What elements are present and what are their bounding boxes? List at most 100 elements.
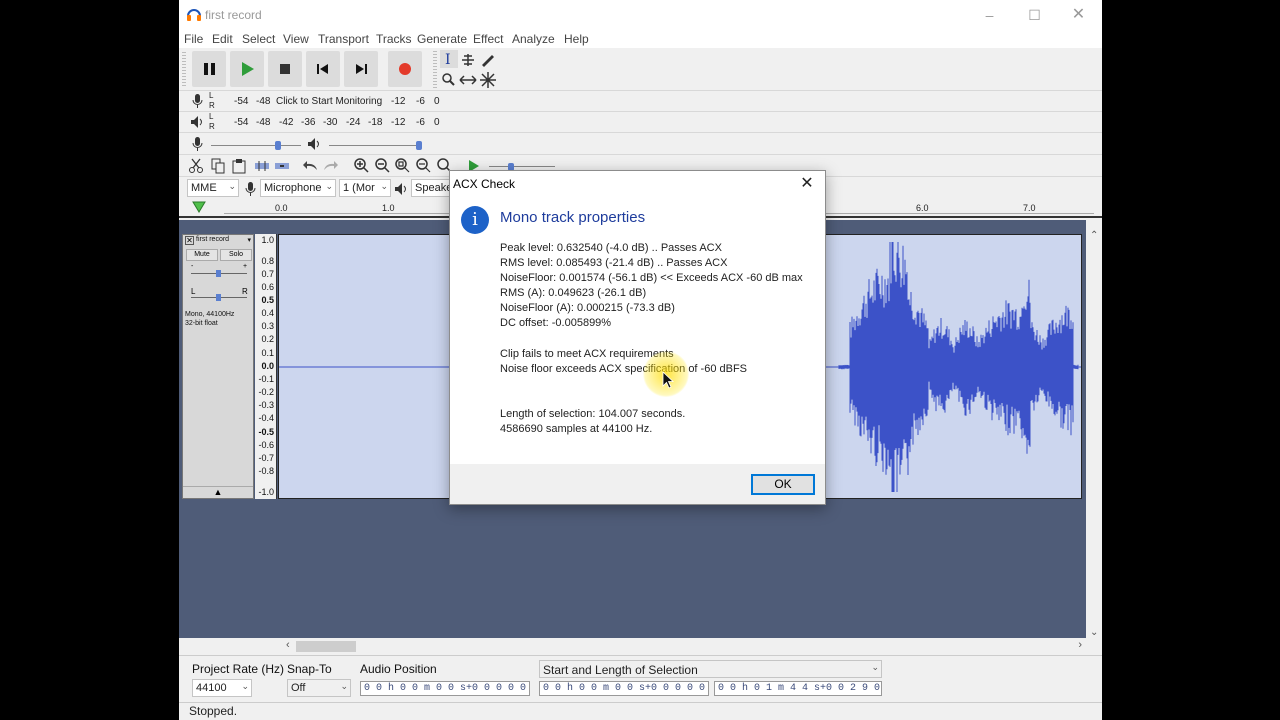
tools-grip[interactable]	[433, 51, 437, 89]
selection-length-text: Length of selection: 104.007 seconds.	[500, 408, 686, 420]
mouse-pointer-icon	[662, 371, 674, 389]
cut-icon[interactable]	[189, 158, 203, 174]
maximize-button[interactable]: ☐	[1012, 0, 1057, 30]
zoom-in-icon[interactable]	[354, 158, 370, 174]
close-window-button[interactable]: ✕	[1056, 0, 1101, 30]
dialog-close-button[interactable]: ✕	[795, 173, 819, 195]
fit-selection-icon[interactable]	[395, 158, 411, 174]
chevron-down-icon: ⌄	[340, 681, 348, 691]
microphone-device-icon	[245, 182, 256, 196]
redo-icon[interactable]	[322, 159, 338, 173]
amplitude-tick: -0.1	[258, 374, 274, 384]
vertical-scrollbar[interactable]: ⌃ ⌄	[1086, 230, 1102, 638]
meter-tick: -24	[346, 117, 361, 128]
selection-length-field[interactable]: 0 0 h 0 1 m 4 4 s+0 0 2 9 0 samples	[714, 681, 882, 696]
menu-file[interactable]: File	[184, 32, 203, 46]
scroll-up-icon[interactable]: ⌃	[1090, 230, 1098, 241]
play-button[interactable]	[230, 51, 264, 87]
audio-position-field[interactable]: 0 0 h 0 0 m 0 0 s+0 0 0 0 0 samples	[360, 681, 530, 696]
selection-start-field[interactable]: 0 0 h 0 0 m 0 0 s+0 0 0 0 0 samples	[539, 681, 709, 696]
trim-icon[interactable]	[255, 159, 269, 173]
chevron-down-icon: ⌄	[325, 181, 333, 191]
scroll-left-icon[interactable]: ‹	[286, 639, 290, 651]
amplitude-tick: -0.7	[258, 453, 274, 463]
menu-analyze[interactable]: Analyze	[512, 32, 555, 46]
meter-tick: -30	[323, 117, 338, 128]
timeline-options-icon[interactable]	[192, 200, 206, 214]
recording-channels-dropdown[interactable]: 1 (Mor ⌄	[339, 179, 391, 197]
vertical-amplitude-ruler[interactable]: 1.0 0.8 0.7 0.6 0.5 0.4 0.3 0.2 0.1 0.0 …	[255, 234, 277, 499]
paste-icon[interactable]	[232, 158, 246, 174]
minimize-button[interactable]: –	[967, 0, 1012, 30]
menu-edit[interactable]: Edit	[212, 32, 233, 46]
snap-to-dropdown[interactable]: Off ⌄	[287, 679, 351, 697]
track-format: Mono, 44100Hz	[185, 311, 235, 318]
horizontal-scrollbar[interactable]: ‹ ›	[282, 638, 1086, 655]
silence-icon[interactable]	[275, 159, 289, 173]
skip-to-end-button[interactable]	[344, 51, 378, 87]
gain-slider[interactable]	[216, 270, 221, 277]
copy-icon[interactable]	[211, 158, 225, 174]
playback-volume-slider[interactable]	[416, 141, 422, 150]
window-title: first record	[205, 8, 262, 22]
dialog-heading: Mono track properties	[500, 209, 646, 226]
collapse-track-button[interactable]: ▲	[183, 486, 253, 498]
meter-tick: -42	[279, 117, 294, 128]
meter-tick: -54	[234, 96, 249, 107]
scroll-down-icon[interactable]: ⌄	[1090, 627, 1098, 638]
status-bar: Stopped.	[179, 702, 1102, 720]
amplitude-tick: 0.1	[261, 348, 274, 358]
menu-transport[interactable]: Transport	[318, 32, 369, 46]
horizontal-scroll-thumb[interactable]	[296, 641, 356, 652]
amplitude-tick: 0.6	[261, 282, 274, 292]
stop-button[interactable]	[268, 51, 302, 87]
menu-help[interactable]: Help	[564, 32, 589, 46]
title-bar: first record – ☐ ✕	[179, 0, 1102, 30]
selection-mode-dropdown[interactable]: Start and Length of Selection ⌄	[539, 660, 882, 678]
svg-text:I: I	[445, 52, 451, 68]
chevron-down-icon: ▾	[247, 237, 251, 244]
track-name-dropdown[interactable]: first record ▾	[196, 236, 251, 246]
meter-right-label: R	[209, 101, 215, 110]
dc-offset-text: DC offset: -0.005899%	[500, 317, 612, 329]
close-track-button[interactable]: ✕	[185, 236, 194, 245]
menu-view[interactable]: View	[283, 32, 309, 46]
undo-icon[interactable]	[303, 159, 319, 173]
menu-effect[interactable]: Effect	[473, 32, 503, 46]
chevron-down-icon: ⌄	[241, 681, 249, 691]
menu-select[interactable]: Select	[242, 32, 275, 46]
scroll-right-icon[interactable]: ›	[1078, 639, 1082, 651]
amplitude-tick: -0.8	[258, 466, 274, 476]
amplitude-tick: -0.6	[258, 440, 274, 450]
meter-tick: -48	[256, 96, 271, 107]
zoom-out-icon[interactable]	[375, 158, 391, 174]
fit-project-icon[interactable]	[416, 158, 432, 174]
chevron-down-icon: ⌄	[871, 662, 879, 672]
audio-host-dropdown[interactable]: MME ⌄	[187, 179, 239, 197]
ok-button[interactable]: OK	[751, 474, 815, 495]
pan-slider[interactable]	[216, 294, 221, 301]
mute-button[interactable]: Mute	[186, 249, 218, 261]
skip-to-start-button[interactable]	[306, 51, 340, 87]
solo-button[interactable]: Solo	[220, 249, 252, 261]
recording-device-dropdown[interactable]: Microphone ⌄	[260, 179, 336, 197]
menu-tracks[interactable]: Tracks	[376, 32, 412, 46]
click-to-start-monitoring[interactable]: Click to Start Monitoring	[276, 96, 382, 107]
meter-left-label: L	[209, 112, 214, 121]
recording-volume-slider[interactable]	[275, 141, 281, 150]
info-icon: i	[461, 206, 489, 234]
recording-device-value: Microphone	[264, 182, 322, 194]
noise-floor-fail-text: Noise floor exceeds ACX specification of…	[500, 363, 748, 375]
playback-device-value: Speake	[415, 182, 451, 194]
pause-button[interactable]	[192, 51, 226, 87]
record-button[interactable]	[388, 51, 422, 87]
menu-generate[interactable]: Generate	[417, 32, 467, 46]
selection-start-value: 0 0 h 0 0 m 0 0 s+0 0 0 0 0 samples	[543, 683, 708, 694]
microphone-meter-icon	[192, 94, 203, 108]
playback-device-dropdown[interactable]: Speake	[411, 179, 451, 197]
project-rate-label: Project Rate (Hz)	[192, 662, 285, 676]
toolbar-grip[interactable]	[182, 52, 186, 88]
project-rate-dropdown[interactable]: 44100 ⌄	[192, 679, 252, 697]
amplitude-tick: -0.3	[258, 400, 274, 410]
pan-left-label: L	[191, 287, 196, 296]
